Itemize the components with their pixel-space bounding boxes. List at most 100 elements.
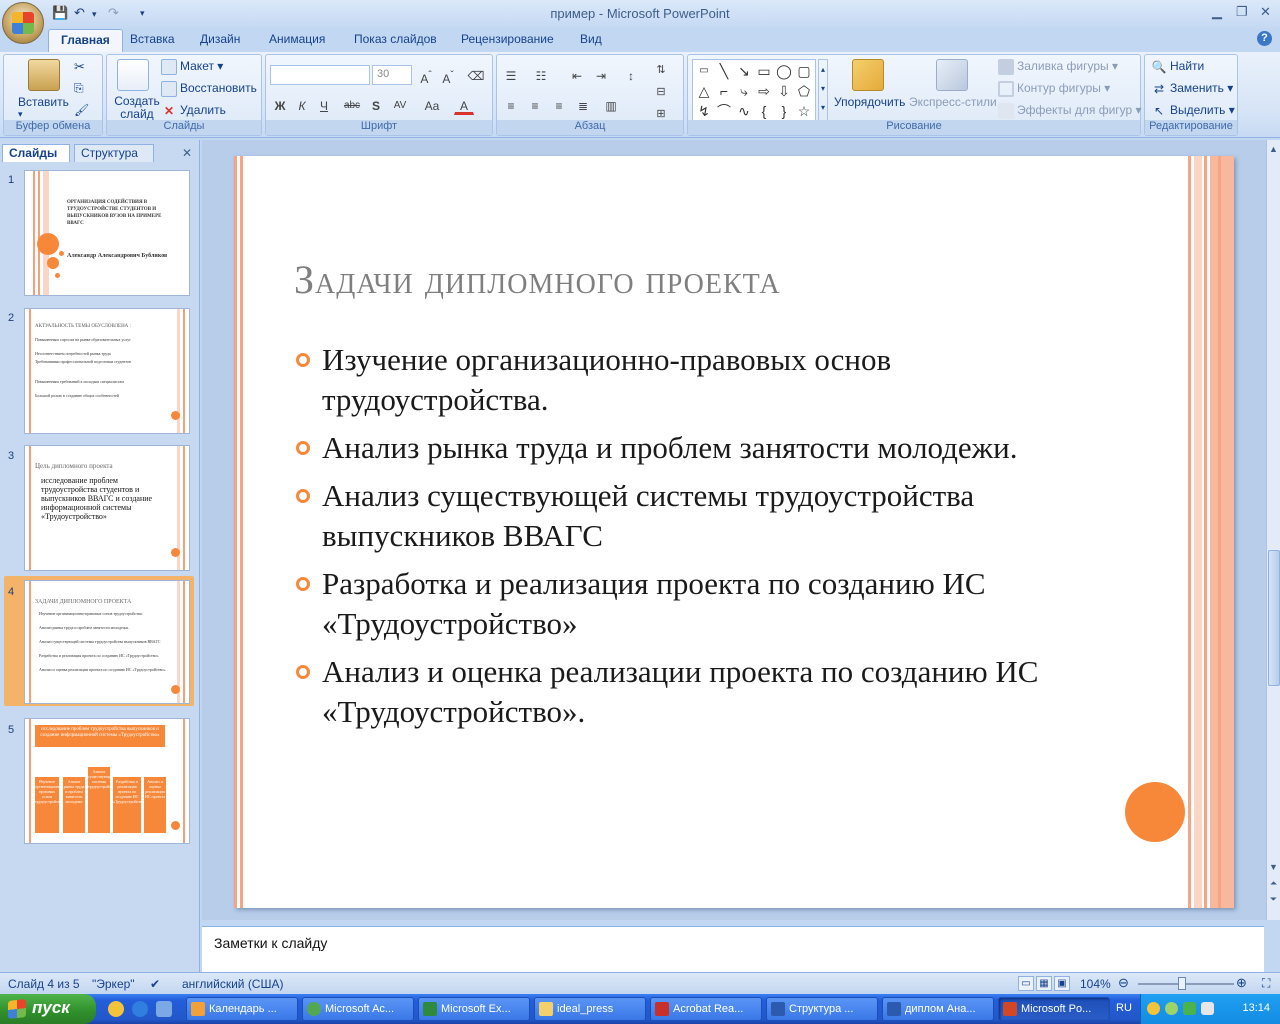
scroll-up-icon[interactable]: ▲ xyxy=(1267,142,1280,156)
format-painter-icon[interactable]: 🖌 xyxy=(74,103,89,117)
tab-home[interactable]: Главная xyxy=(48,29,123,53)
quick-styles-button[interactable]: Экспресс-стили xyxy=(909,95,997,109)
task-powerpoint[interactable]: Microsoft Po... xyxy=(998,997,1110,1021)
wave-shape-icon[interactable]: ∿ xyxy=(735,102,753,120)
tab-review[interactable]: Рецензирование xyxy=(461,32,554,46)
slide-bullet-list[interactable]: Изучение организационно-правовых основ т… xyxy=(294,340,1114,740)
shapes-more-icon[interactable]: ▴ ▾ ▾ xyxy=(818,59,828,121)
font-name-combo[interactable] xyxy=(270,65,370,85)
left-brace-shape-icon[interactable]: { xyxy=(755,102,773,120)
task-word-diploma[interactable]: диплом Ана... xyxy=(882,997,994,1021)
oval-shape-icon[interactable]: ◯ xyxy=(775,62,793,80)
bullets-icon[interactable]: ☰ xyxy=(501,65,521,85)
tab-slides[interactable]: Слайды xyxy=(2,144,70,162)
quicklaunch-ie-icon[interactable] xyxy=(132,1001,148,1017)
tray-mail-icon[interactable] xyxy=(1147,1002,1160,1015)
grow-font-icon[interactable]: Aˆ xyxy=(416,65,436,86)
task-folder[interactable]: ideal_press xyxy=(534,997,646,1021)
normal-view-icon[interactable]: ▭ xyxy=(1018,976,1034,991)
align-right-icon[interactable]: ≡ xyxy=(549,95,569,115)
slide-thumbnail-1[interactable]: ОРГАНИЗАЦИЯ СОДЕЙСТВИЯ В ТРУДОУСТРОЙСТВЕ… xyxy=(24,170,190,296)
italic-icon[interactable]: К xyxy=(292,95,312,115)
spellcheck-icon[interactable]: ✔ xyxy=(150,977,160,991)
delete-slide-button[interactable]: ✕ Удалить xyxy=(161,103,226,119)
find-button[interactable]: 🔍 Найти xyxy=(1151,59,1205,75)
layout-button[interactable]: Макет ▾ xyxy=(161,59,223,75)
scroll-down-icon[interactable]: ▼ xyxy=(1267,860,1280,874)
office-button[interactable] xyxy=(2,2,44,44)
vertical-scrollbar[interactable]: ▲ ▼ ⏶ ⏷ xyxy=(1266,140,1280,920)
new-slide-button[interactable]: Создать слайд xyxy=(113,95,161,121)
curve-shape-icon[interactable]: ⌒ xyxy=(715,102,733,120)
tab-view[interactable]: Вид xyxy=(580,32,602,46)
slide-thumbnail-5[interactable]: исследование проблем трудоустройства вып… xyxy=(24,718,190,844)
keyboard-language[interactable]: RU xyxy=(1116,1002,1132,1014)
paste-dropdown-icon[interactable]: ▾ xyxy=(18,109,23,120)
right-brace-shape-icon[interactable]: } xyxy=(775,102,793,120)
zoom-slider[interactable] xyxy=(1138,983,1234,985)
tray-antivirus-icon[interactable] xyxy=(1183,1002,1196,1015)
task-excel[interactable]: Microsoft Ex... xyxy=(418,997,530,1021)
zoom-out-icon[interactable]: ⊖ xyxy=(1118,975,1129,991)
next-slide-icon[interactable]: ⏷ xyxy=(1267,892,1280,906)
align-left-icon[interactable]: ≡ xyxy=(501,95,521,115)
down-arrow-shape-icon[interactable]: ⇩ xyxy=(775,82,793,100)
font-color-icon[interactable]: A xyxy=(454,95,474,115)
tab-insert[interactable]: Вставка xyxy=(130,32,175,46)
elbow-arrow-icon[interactable]: ⤷ xyxy=(735,82,753,100)
tab-animation[interactable]: Анимация xyxy=(269,32,325,46)
shadow-icon[interactable]: S xyxy=(366,95,386,115)
task-calendar[interactable]: Календарь ... xyxy=(186,997,298,1021)
slide-thumbnail-4[interactable]: Задачи дипломного проекта Изучение орган… xyxy=(24,580,190,704)
slide-thumbnail-3[interactable]: Цель дипломного проекта исследование про… xyxy=(24,445,190,571)
task-word-structure[interactable]: Структура ... xyxy=(766,997,878,1021)
arrow-line-shape-icon[interactable]: ↘ xyxy=(735,62,753,80)
columns-icon[interactable]: ▥ xyxy=(601,95,621,115)
freeform-shape-icon[interactable]: ↯ xyxy=(695,102,713,120)
triangle-shape-icon[interactable]: △ xyxy=(695,82,713,100)
zoom-in-icon[interactable]: ⊕ xyxy=(1236,975,1247,991)
star-shape-icon[interactable]: ☆ xyxy=(795,102,813,120)
select-button[interactable]: ↖ Выделить ▾ xyxy=(1151,103,1235,119)
copy-icon[interactable]: ⎘ xyxy=(74,81,84,96)
shapes-gallery[interactable]: ▭ ╲ ↘ ▭ ◯ ▢ △ ⌐ ⤷ ⇨ ⇩ ⬠ ↯ ⌒ ∿ { } ☆ xyxy=(692,59,816,121)
replace-button[interactable]: ⇄ Заменить ▾ xyxy=(1151,81,1233,97)
reset-button[interactable]: Восстановить xyxy=(161,81,257,97)
close-panel-icon[interactable]: ✕ xyxy=(182,146,192,160)
line-shape-icon[interactable]: ╲ xyxy=(715,62,733,80)
start-button[interactable]: пуск xyxy=(0,994,96,1024)
increase-indent-icon[interactable]: ⇥ xyxy=(591,65,611,85)
spacing-icon[interactable]: AV xyxy=(390,95,410,115)
language-indicator[interactable]: английский (США) xyxy=(182,977,283,991)
font-size-combo[interactable]: 30 xyxy=(372,65,412,85)
flowchart-shape-icon[interactable]: ⬠ xyxy=(795,82,813,100)
cut-icon[interactable]: ✂ xyxy=(74,59,85,75)
task-acrobat[interactable]: Acrobat Rea... xyxy=(650,997,762,1021)
numbering-icon[interactable]: ☷ xyxy=(531,65,551,85)
tray-volume-icon[interactable] xyxy=(1201,1002,1214,1015)
justify-icon[interactable]: ≣ xyxy=(573,95,593,115)
task-access[interactable]: Microsoft Ac... xyxy=(302,997,414,1021)
paste-button[interactable]: Вставить xyxy=(18,95,69,109)
align-text-icon[interactable]: ⊟ xyxy=(651,81,671,101)
shape-outline-button[interactable]: Контур фигуры ▾ xyxy=(998,81,1110,97)
restore-icon[interactable]: ❐ xyxy=(1236,4,1248,20)
previous-slide-icon[interactable]: ⏶ xyxy=(1267,876,1280,890)
slide-sorter-icon[interactable]: ▦ xyxy=(1036,976,1052,991)
shape-effects-button[interactable]: Эффекты для фигур ▾ xyxy=(998,103,1142,119)
align-center-icon[interactable]: ≡ xyxy=(525,95,545,115)
rectangle-shape-icon[interactable]: ▭ xyxy=(755,62,773,80)
shrink-font-icon[interactable]: Aˇ xyxy=(438,65,458,86)
help-icon[interactable]: ? xyxy=(1257,31,1272,46)
notes-pane[interactable]: Заметки к слайду xyxy=(202,926,1264,972)
clear-format-icon[interactable]: ⌫ xyxy=(466,65,486,85)
tab-outline[interactable]: Структура xyxy=(74,144,154,162)
arrange-button[interactable]: Упорядочить xyxy=(834,95,905,109)
rounded-rect-shape-icon[interactable]: ▢ xyxy=(795,62,813,80)
zoom-level[interactable]: 104% xyxy=(1080,977,1111,991)
zoom-slider-knob[interactable] xyxy=(1178,977,1186,990)
quicklaunch-mail-icon[interactable] xyxy=(108,1001,124,1017)
tray-agent-icon[interactable] xyxy=(1165,1002,1178,1015)
elbow-connector-icon[interactable]: ⌐ xyxy=(715,82,733,100)
tab-design[interactable]: Дизайн xyxy=(200,32,240,46)
